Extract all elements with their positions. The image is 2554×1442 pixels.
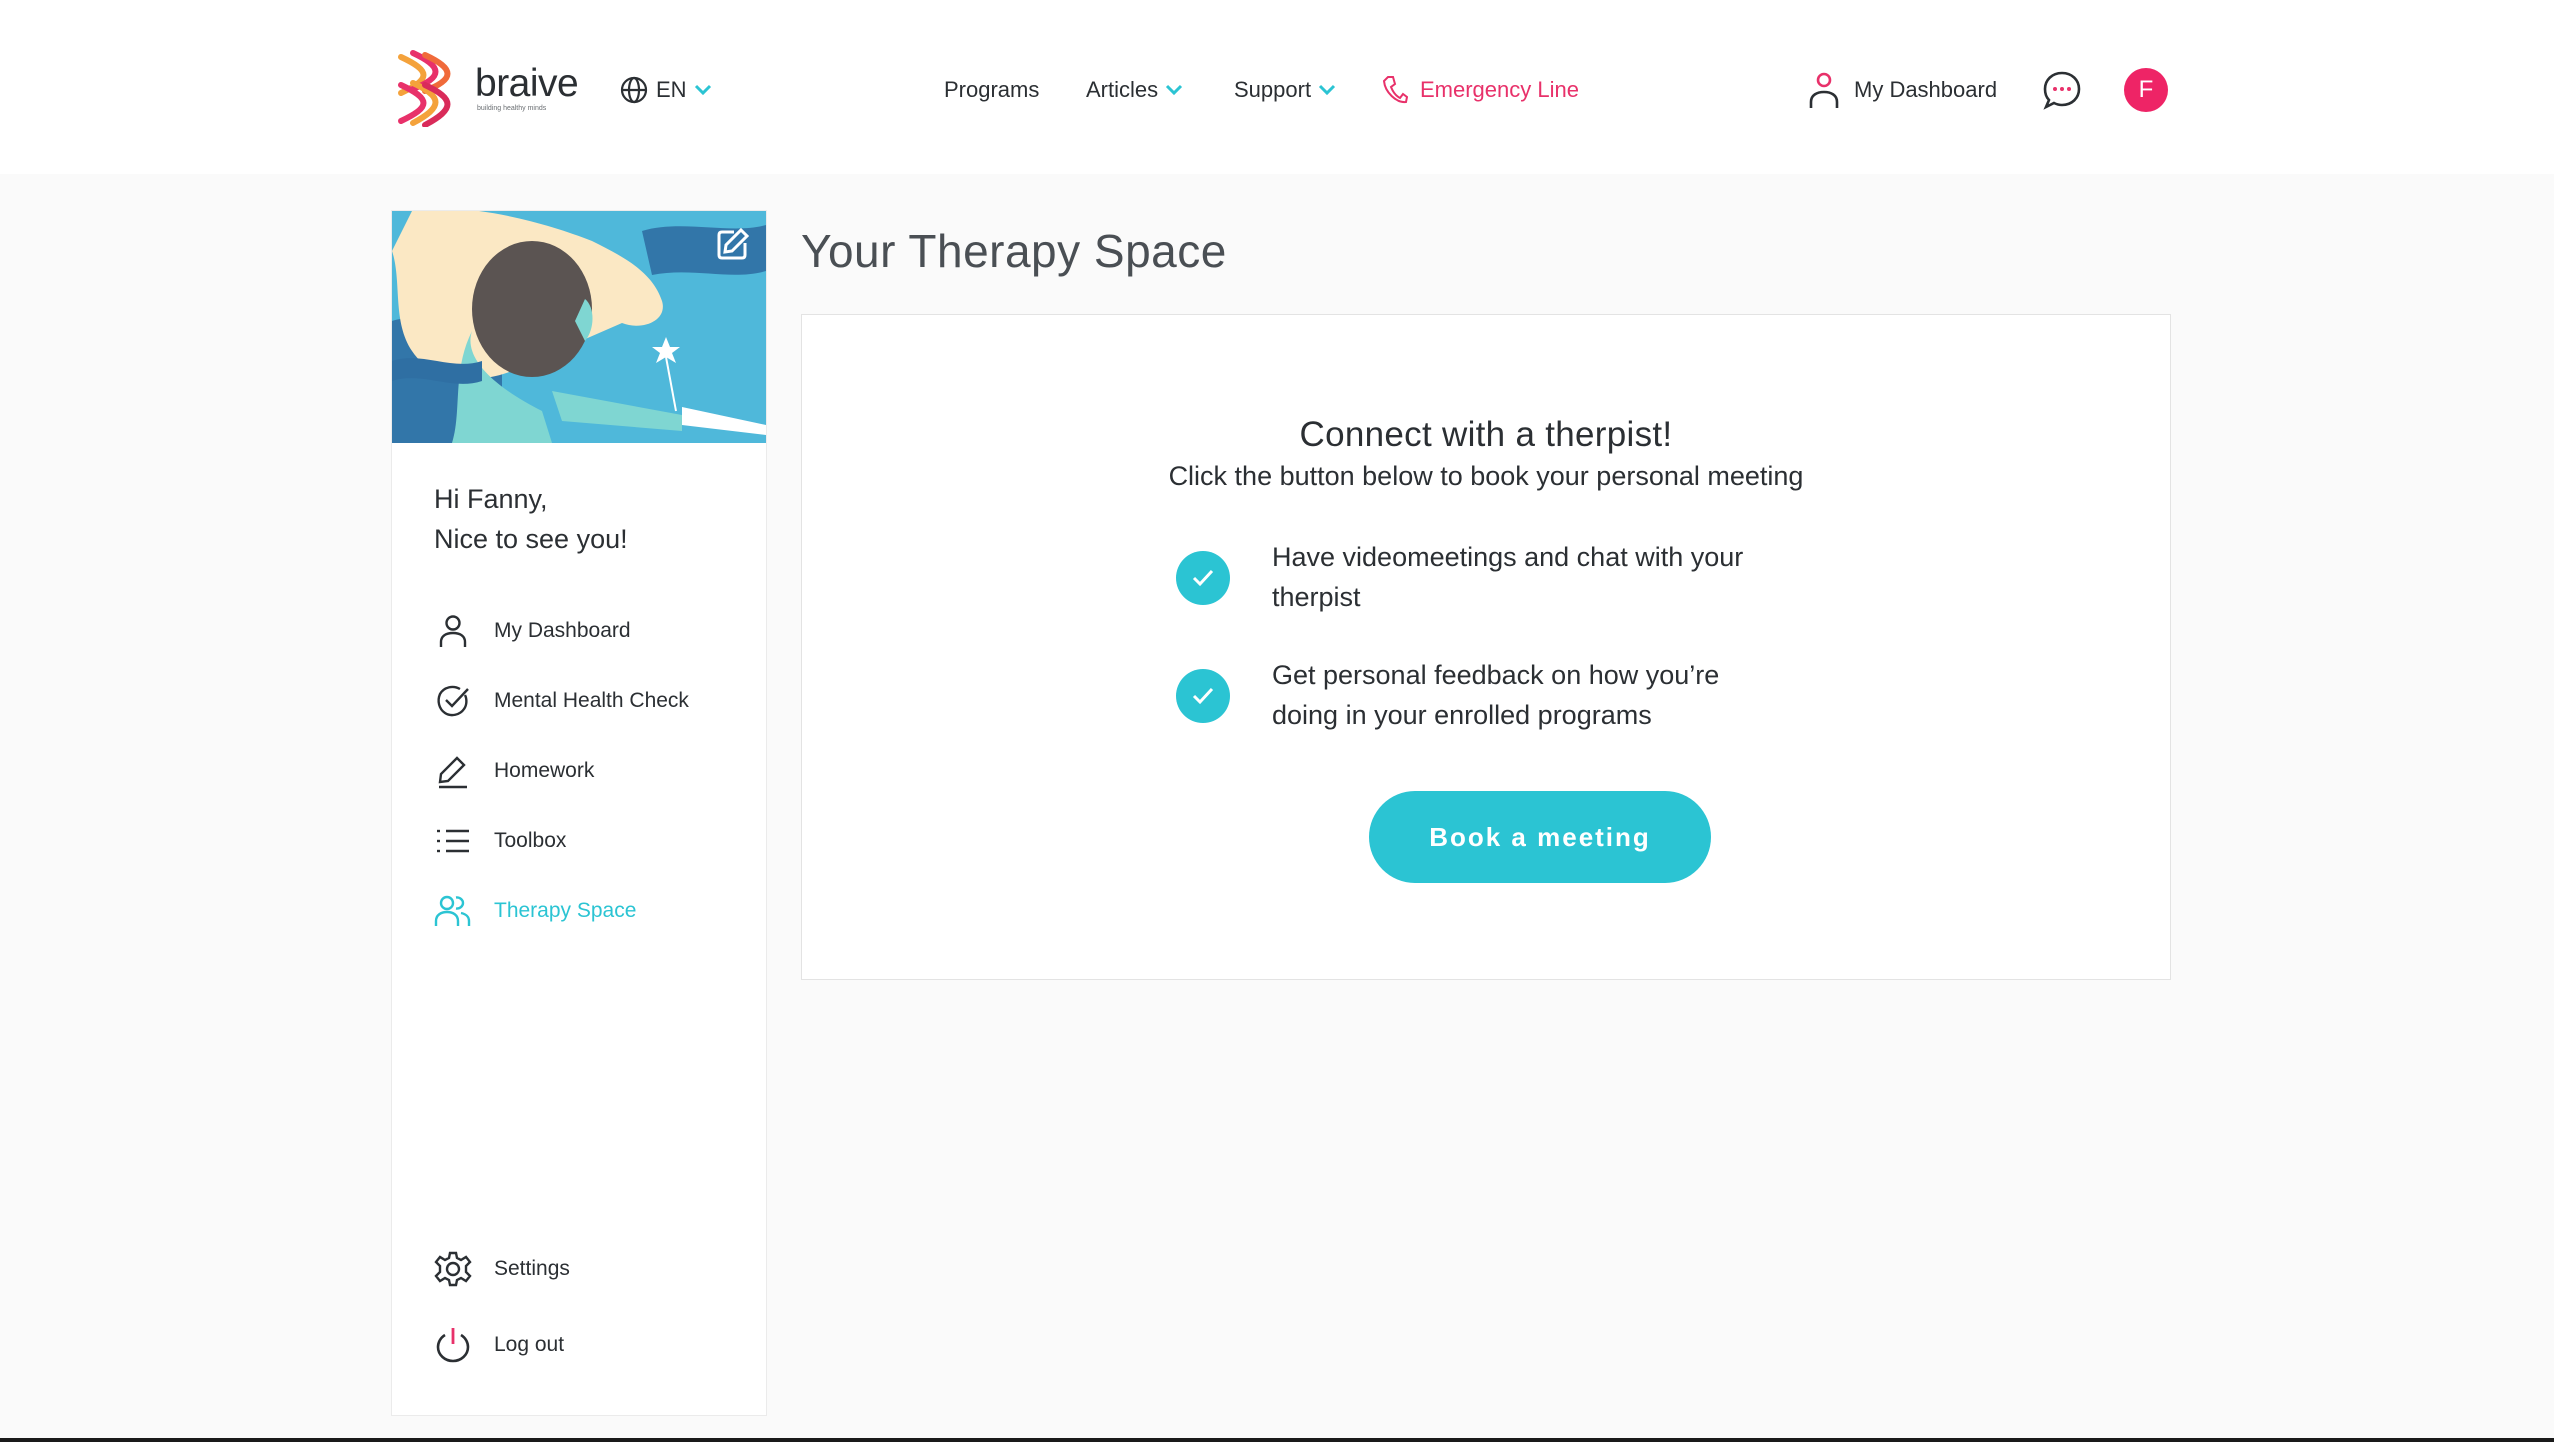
feature-item: Have videomeetings and chat with your th…	[1176, 537, 1832, 617]
sidebar-item-toolbox[interactable]: Toolbox	[434, 821, 754, 861]
edit-profile-button[interactable]	[714, 227, 750, 263]
bottom-border	[0, 1438, 2554, 1442]
chevron-down-icon	[694, 84, 711, 96]
chevron-down-icon	[1166, 84, 1183, 96]
sidebar-item-my-dashboard[interactable]: My Dashboard	[434, 611, 754, 651]
sidebar-item-homework[interactable]: Homework	[434, 751, 754, 791]
language-selector[interactable]: EN	[620, 70, 721, 110]
sidebar-item-label: Log out	[494, 1333, 565, 1356]
greeting-name: Hi Fanny,	[434, 484, 548, 514]
sidebar-item-label: Mental Health Check	[494, 689, 689, 712]
logo-tagline: building healthy minds	[477, 105, 547, 112]
braive-logo-icon	[398, 50, 451, 127]
sidebar-item-mental-health-check[interactable]: Mental Health Check	[434, 681, 754, 721]
sidebar-item-label: Settings	[494, 1257, 570, 1280]
gear-icon	[434, 1250, 472, 1288]
sidebar-item-settings[interactable]: Settings	[434, 1249, 754, 1289]
power-icon	[434, 1326, 472, 1364]
user-icon	[1809, 72, 1839, 108]
nav-emergency-label: Emergency Line	[1420, 77, 1579, 102]
user-avatar[interactable]: F	[2124, 68, 2168, 112]
sidebar-item-therapy-space[interactable]: Therapy Space	[434, 891, 754, 931]
profile-banner-illustration	[392, 211, 766, 443]
checkmark-icon	[1176, 551, 1230, 605]
feature-text-line: Get personal feedback on how you’re	[1272, 660, 1720, 690]
braive-logo[interactable]: braive building healthy minds	[391, 48, 581, 128]
sidebar-item-label: Homework	[494, 759, 595, 782]
edit-icon	[717, 227, 750, 260]
sidebar-item-log-out[interactable]: Log out	[434, 1325, 754, 1365]
therapist-connect-card: Connect with a therpist! Click the butto…	[801, 314, 2171, 980]
sidebar-item-label: My Dashboard	[494, 619, 631, 642]
book-meeting-button[interactable]: Book a meeting	[1369, 791, 1711, 883]
logo-wordmark: braive	[475, 62, 579, 105]
chevron-down-icon	[1319, 84, 1336, 96]
globe-icon	[620, 76, 648, 104]
phone-icon	[1382, 76, 1408, 104]
feature-text-line: therpist	[1272, 582, 1361, 612]
top-navbar: braive building healthy minds EN Program…	[0, 0, 2554, 174]
feature-text-line: doing in your enrolled programs	[1272, 700, 1652, 730]
chat-bubble-icon	[2043, 71, 2081, 110]
users-icon	[434, 892, 472, 930]
chat-button[interactable]	[2042, 70, 2082, 110]
list-icon	[434, 822, 472, 860]
feature-text-line: Have videomeetings and chat with your	[1272, 542, 1744, 572]
sidebar-item-label: Therapy Space	[494, 899, 637, 922]
card-heading: Connect with a therpist!	[1299, 415, 1673, 454]
feature-item: Get personal feedback on how you’re doin…	[1176, 655, 1832, 735]
nav-dashboard-label: My Dashboard	[1854, 77, 1998, 102]
sidebar-item-label: Toolbox	[494, 829, 567, 852]
nav-support[interactable]: Support	[1234, 70, 1337, 110]
nav-emergency-line[interactable]: Emergency Line	[1382, 70, 1579, 110]
user-icon	[434, 612, 472, 650]
page-title: Your Therapy Space	[801, 225, 1227, 277]
sidebar: Hi Fanny, Nice to see you! My Dashboard …	[391, 210, 767, 1416]
nav-programs[interactable]: Programs	[944, 70, 1039, 110]
greeting: Hi Fanny, Nice to see you!	[434, 479, 628, 559]
pencil-icon	[434, 752, 472, 790]
nav-articles[interactable]: Articles	[1086, 70, 1184, 110]
checkmark-icon	[1176, 669, 1230, 723]
nav-support-label: Support	[1234, 77, 1312, 102]
check-circle-icon	[434, 682, 472, 720]
nav-my-dashboard[interactable]: My Dashboard	[1808, 70, 1997, 110]
greeting-message: Nice to see you!	[434, 524, 628, 554]
language-code: EN	[656, 77, 687, 102]
banner-illustration	[392, 211, 766, 443]
avatar-initial: F	[2138, 76, 2154, 103]
card-subheading: Click the button below to book your pers…	[1168, 461, 1804, 491]
nav-articles-label: Articles	[1086, 77, 1159, 102]
nav-programs-label: Programs	[944, 77, 1040, 102]
